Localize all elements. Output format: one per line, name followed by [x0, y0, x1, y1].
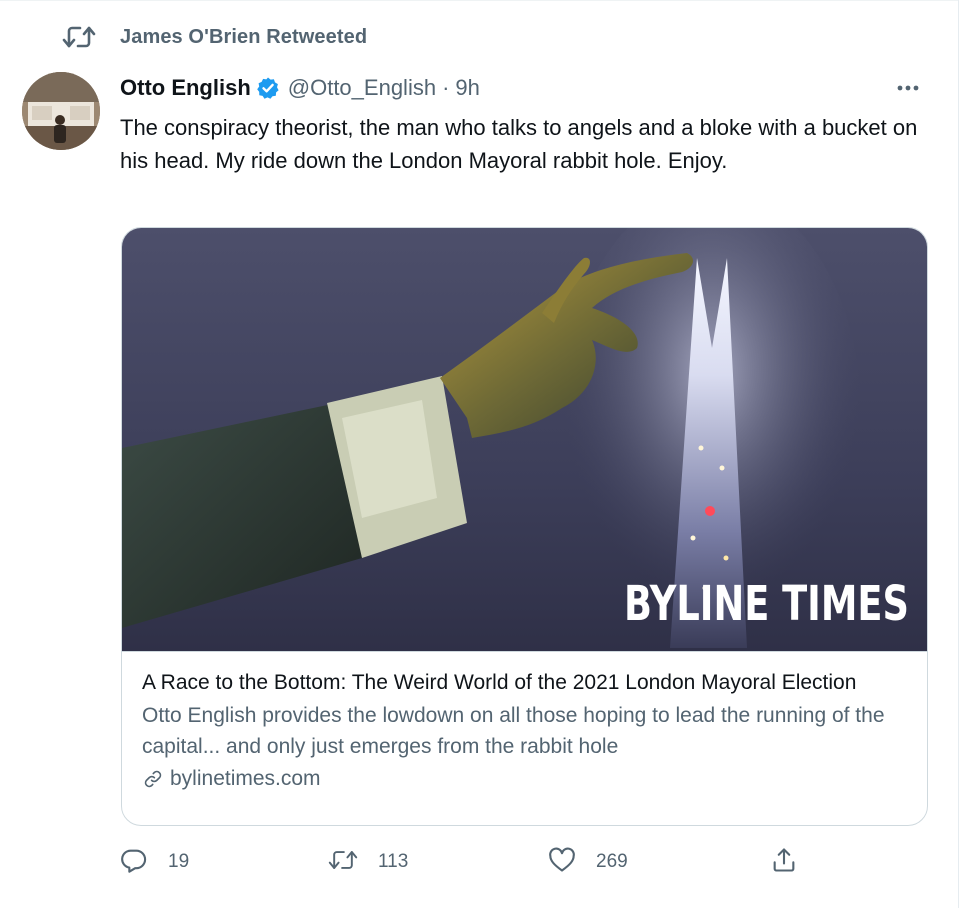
like-count: 269	[596, 851, 628, 872]
card-domain[interactable]: bylinetimes.com	[142, 763, 912, 794]
reply-count: 19	[168, 851, 190, 872]
retweet-icon	[62, 22, 102, 52]
share-button[interactable]	[770, 844, 798, 880]
link-card[interactable]: BYLINE TIMES A Race to the Bottom: The W…	[121, 227, 928, 826]
retweet-context[interactable]: James O'Brien Retweeted	[62, 22, 367, 52]
author-name[interactable]: Otto English	[120, 75, 251, 101]
separator-dot: ·	[442, 75, 450, 100]
card-title[interactable]: A Race to the Bottom: The Weird World of…	[142, 668, 912, 698]
share-icon	[770, 846, 798, 879]
more-options-icon[interactable]	[892, 76, 924, 100]
card-description: Otto English provides the lowdown on all…	[142, 704, 885, 758]
card-domain-text[interactable]: bylinetimes.com	[170, 763, 321, 794]
author-handle[interactable]: @Otto_English	[288, 75, 436, 101]
like-button[interactable]: 269	[548, 844, 628, 880]
tweet-actions: 19 113 269	[120, 844, 820, 880]
tweet-header: Otto English @Otto_English · 9h	[120, 72, 930, 104]
card-image-logo: BYLINE TIMES	[624, 576, 909, 632]
reply-icon	[120, 846, 148, 879]
card-body[interactable]: A Race to the Bottom: The Weird World of…	[142, 668, 912, 794]
retweet-icon	[328, 848, 358, 877]
card-image[interactable]: BYLINE TIMES	[122, 228, 927, 652]
avatar[interactable]	[22, 72, 100, 150]
heart-icon	[548, 847, 576, 878]
divider	[0, 0, 958, 1]
tweet-timestamp[interactable]: 9h	[455, 75, 479, 101]
retweet-label[interactable]: James O'Brien Retweeted	[120, 26, 367, 49]
reply-button[interactable]: 19	[120, 844, 189, 880]
verified-badge-icon	[256, 76, 280, 100]
tweet-text: The conspiracy theorist, the man who tal…	[120, 115, 918, 173]
link-icon	[142, 768, 164, 790]
retweet-button[interactable]: 113	[328, 844, 408, 880]
retweet-count: 113	[378, 851, 409, 872]
